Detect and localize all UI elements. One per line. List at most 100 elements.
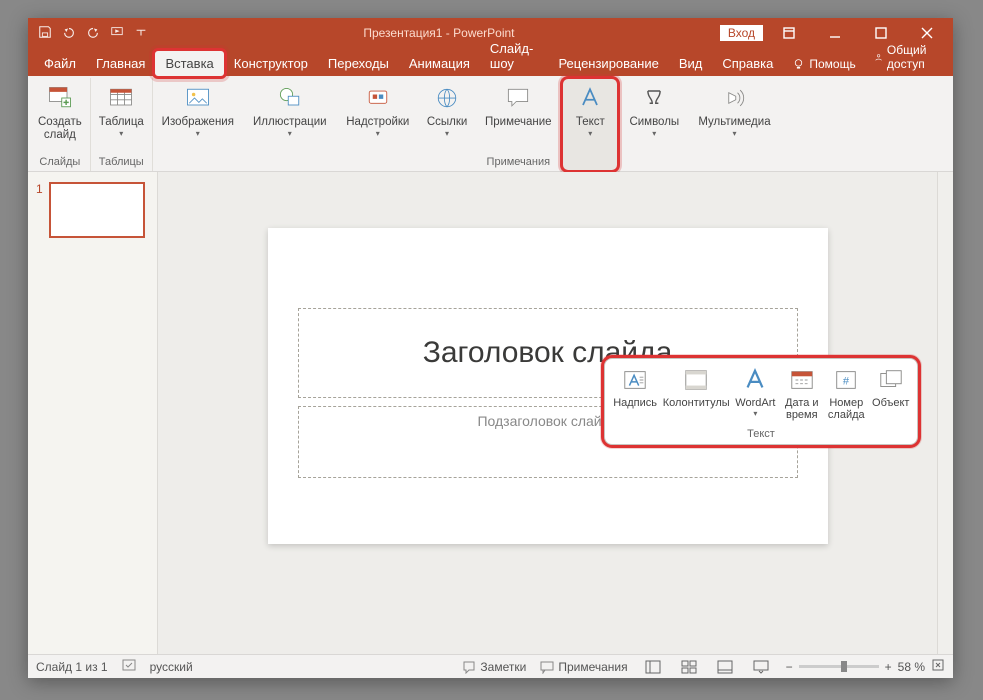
table-button[interactable]: Таблица ▾ [95,80,148,140]
images-button[interactable]: Изображения ▾ [157,80,239,140]
datetime-label: Дата и время [785,397,819,422]
group-tables: Таблица ▾ Таблицы [91,78,153,171]
tab-review[interactable]: Рецензирование [548,51,668,76]
new-comment-label: Примечание [485,116,552,129]
group-addins: Надстройки ▾ [337,78,419,171]
sign-in-button[interactable]: Вход [720,25,763,41]
comments-icon [540,660,554,674]
slidenumber-icon: # [831,365,861,395]
tab-home[interactable]: Главная [86,51,155,76]
object-button[interactable]: Объект [869,363,913,411]
slide-thumbnails-pane: 1 [28,172,158,654]
addins-icon [362,82,394,114]
tell-me-button[interactable]: Помощь [783,52,864,76]
images-label: Изображения [162,116,234,129]
table-icon [105,82,137,114]
thumbnail-preview [49,182,145,238]
text-icon [574,82,606,114]
text-button[interactable]: Текст ▾ [566,80,614,140]
lightbulb-icon [792,58,805,71]
spellcheck-icon[interactable] [122,658,136,675]
tab-file[interactable]: Файл [34,51,86,76]
new-slide-icon [44,82,76,114]
redo-icon[interactable] [86,25,100,42]
illustrations-button[interactable]: Иллюстрации ▾ [247,80,333,140]
qat-customize-icon[interactable] [134,25,148,42]
new-comment-button[interactable]: Примечание [479,80,557,131]
thumbnail-index: 1 [36,182,43,238]
share-button[interactable]: Общий доступ [865,38,953,76]
links-icon [431,82,463,114]
thumbnail-1[interactable]: 1 [36,182,149,238]
vertical-scrollbar[interactable] [937,172,953,654]
textbox-button[interactable]: Надпись [609,363,661,411]
popup-group-label: Текст [609,424,913,442]
datetime-button[interactable]: Дата и время [780,363,824,424]
zoom-out-button[interactable]: − [786,660,793,674]
language-label[interactable]: русский [150,660,193,674]
textbox-icon [620,365,650,395]
start-from-beginning-icon[interactable] [110,25,124,42]
group-symbols: Символы ▾ [618,78,690,171]
slidenumber-button[interactable]: # Номер слайда [824,363,868,424]
headerfooter-button[interactable]: Колонтитулы [661,363,731,411]
media-label: Мультимедиа [698,116,770,129]
object-icon [876,365,906,395]
new-slide-label: Создать слайд [38,116,82,142]
sorter-view-button[interactable] [678,658,700,676]
group-comments-label: Примечания [487,154,551,171]
addins-label: Надстройки [346,116,409,129]
tab-animations[interactable]: Анимация [399,51,480,76]
quick-access-toolbar [28,25,158,42]
save-icon[interactable] [38,25,52,42]
tab-slideshow[interactable]: Слайд-шоу [480,36,549,76]
tab-design[interactable]: Конструктор [224,51,318,76]
tab-transitions[interactable]: Переходы [318,51,399,76]
shapes-icon [274,82,306,114]
new-slide-button[interactable]: Создать слайд [34,80,86,144]
tab-help[interactable]: Справка [712,51,783,76]
illustrations-label: Иллюстрации [253,116,327,129]
status-bar: Слайд 1 из 1 русский Заметки Примечания … [28,654,953,678]
zoom-control: − + 58 % [786,658,945,675]
zoom-slider[interactable] [799,665,879,668]
slideshow-view-button[interactable] [750,658,772,676]
images-icon [182,82,214,114]
symbols-button[interactable]: Символы ▾ [622,80,686,140]
tell-me-label: Помощь [809,57,855,71]
wordart-button[interactable]: WordArt ▾ [731,363,779,420]
share-label: Общий доступ [887,43,944,71]
group-images: Изображения ▾ [153,78,243,171]
group-slides: Создать слайд Слайды [30,78,91,171]
window-title: Презентация1 - PowerPoint [158,26,720,40]
notes-button[interactable]: Заметки [462,660,526,674]
undo-icon[interactable] [62,25,76,42]
zoom-in-button[interactable]: + [885,660,892,674]
symbols-icon [638,82,670,114]
links-label: Ссылки [427,116,468,129]
comments-button[interactable]: Примечания [540,660,627,674]
slide-position: Слайд 1 из 1 [36,660,108,674]
group-comments: Примечание Примечания [475,78,562,171]
reading-view-button[interactable] [714,658,736,676]
ribbon-display-options-icon[interactable] [769,18,809,48]
normal-view-button[interactable] [642,658,664,676]
media-button[interactable]: Мультимедиа ▾ [694,80,774,140]
headerfooter-icon [681,365,711,395]
wordart-icon [740,365,770,395]
wordart-label: WordArt [735,397,775,409]
ribbon: Создать слайд Слайды Таблица ▾ Таблицы И… [28,76,953,172]
links-button[interactable]: Ссылки ▾ [423,80,472,140]
tab-insert[interactable]: Вставка [155,51,223,76]
symbols-label: Символы [629,116,679,129]
group-text: Текст ▾ [562,78,618,171]
text-label: Текст [576,116,605,129]
zoom-value[interactable]: 58 % [898,660,925,674]
addins-button[interactable]: Надстройки ▾ [341,80,415,140]
tab-view[interactable]: Вид [669,51,713,76]
fit-to-window-button[interactable] [931,658,945,675]
textbox-label: Надпись [613,397,657,409]
text-dropdown-panel: Надпись Колонтитулы WordArt ▾ Дата и вре… [604,358,918,445]
minimize-button[interactable] [815,18,855,48]
subtitle-placeholder-text: Подзаголовок слайда [477,413,617,429]
